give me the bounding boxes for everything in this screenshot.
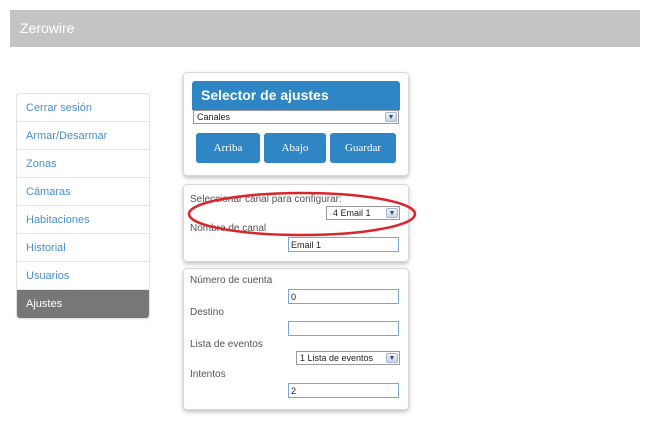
sidebar-item-settings[interactable]: Ajustes <box>17 290 149 318</box>
sidebar-item-history[interactable]: Historial <box>17 234 149 262</box>
channel-name-label: Nombre de canal <box>190 223 267 234</box>
attempts-label: Intentos <box>190 369 226 380</box>
destination-input[interactable] <box>288 321 399 336</box>
sidebar-item-users[interactable]: Usuarios <box>17 262 149 290</box>
channel-name-input[interactable] <box>288 237 399 252</box>
attempts-input[interactable] <box>288 383 399 398</box>
sidebar-item-arm-disarm[interactable]: Armar/Desarmar <box>17 122 149 150</box>
sidebar-item-zones[interactable]: Zonas <box>17 150 149 178</box>
settings-category-value: Canales <box>197 112 231 122</box>
app-title: Zerowire <box>20 20 75 36</box>
sidebar-item-cameras[interactable]: Cámaras <box>17 178 149 206</box>
event-list-label: Lista de eventos <box>190 339 263 350</box>
chevron-down-icon: ▼ <box>386 353 398 363</box>
save-button[interactable]: Guardar <box>330 133 396 163</box>
sidebar-item-logout[interactable]: Cerrar sesión <box>17 94 149 122</box>
chevron-down-icon: ▼ <box>385 112 397 122</box>
account-number-input[interactable] <box>288 289 399 304</box>
destination-label: Destino <box>190 307 224 318</box>
down-button[interactable]: Abajo <box>264 133 326 163</box>
event-list-value: 1 Lista de eventos <box>300 353 374 363</box>
event-list-select[interactable]: 1 Lista de eventos ▼ <box>296 351 400 365</box>
chevron-down-icon: ▼ <box>386 208 398 218</box>
channel-select-value: 4 Email 1 <box>333 208 371 218</box>
channel-select-label: Seleccionar canal para configurar: <box>190 194 342 205</box>
panel-title: Selector de ajustes <box>192 81 400 110</box>
settings-category-select[interactable]: Canales ▼ <box>193 110 399 124</box>
channel-select[interactable]: 4 Email 1 ▼ <box>326 206 400 220</box>
app-header: Zerowire <box>10 10 640 47</box>
sidebar-nav: Cerrar sesión Armar/Desarmar Zonas Cámar… <box>16 93 150 319</box>
up-button[interactable]: Arriba <box>196 133 260 163</box>
sidebar-item-rooms[interactable]: Habitaciones <box>17 206 149 234</box>
account-number-label: Número de cuenta <box>190 275 273 286</box>
